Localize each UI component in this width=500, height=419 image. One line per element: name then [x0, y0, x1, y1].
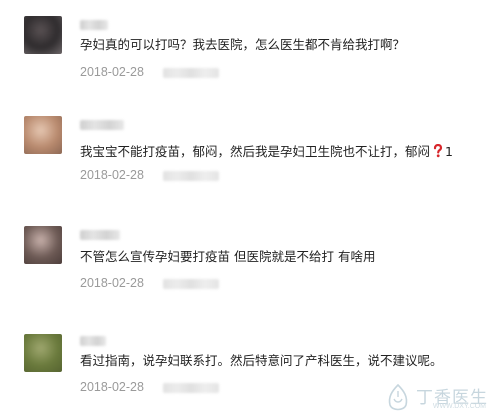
username-blurred	[80, 336, 106, 346]
avatar[interactable]	[24, 16, 62, 54]
comment-text: 不管怎么宣传孕妇要打疫苗 但医院就是不给打 有啥用	[80, 249, 376, 264]
comment-text: 看过指南，说孕妇联系打。然后特意问了产科医生，说不建议呢。	[80, 353, 443, 368]
dxy-watermark: 丁香医生 WWW.DXY.COM	[384, 381, 494, 415]
comment-list-page: { "comments": [ { "text": "孕妇真的可以打吗？我去医院…	[0, 0, 500, 419]
comment-meta-blurred	[163, 68, 219, 78]
avatar[interactable]	[24, 116, 62, 154]
comment-date: 2018-02-28	[80, 276, 144, 290]
watermark-url: WWW.DXY.COM	[432, 403, 486, 410]
comment-text-suffix: 1	[445, 144, 453, 159]
comment-meta-blurred	[163, 171, 219, 181]
username-blurred	[80, 120, 124, 130]
username-blurred	[80, 20, 108, 30]
avatar[interactable]	[24, 334, 62, 372]
comment-date: 2018-02-28	[80, 65, 144, 79]
dxy-logo-icon	[388, 383, 408, 411]
comment-text: 我宝宝不能打疫苗，郁闷，然后我是孕妇卫生院也不让打，郁闷 1	[80, 142, 453, 161]
username-blurred	[80, 230, 120, 240]
comment-meta-blurred	[163, 279, 219, 289]
comment-date: 2018-02-28	[80, 168, 144, 182]
comment-item-3: 不管怎么宣传孕妇要打疫苗 但医院就是不给打 有啥用 2018-02-28	[0, 210, 500, 310]
comment-item-2: 我宝宝不能打疫苗，郁闷，然后我是孕妇卫生院也不让打，郁闷 1 2018-02-28	[0, 100, 500, 200]
comment-text: 孕妇真的可以打吗？我去医院，怎么医生都不肯给我打啊？	[80, 37, 406, 52]
question-icon	[433, 143, 443, 158]
comment-meta-blurred	[163, 383, 219, 393]
avatar[interactable]	[24, 226, 62, 264]
comment-date: 2018-02-28	[80, 380, 144, 394]
comment-text-main: 我宝宝不能打疫苗，郁闷，然后我是孕妇卫生院也不让打，郁闷	[80, 144, 431, 159]
comment-item-1: 孕妇真的可以打吗？我去医院，怎么医生都不肯给我打啊？ 2018-02-28	[0, 0, 500, 100]
